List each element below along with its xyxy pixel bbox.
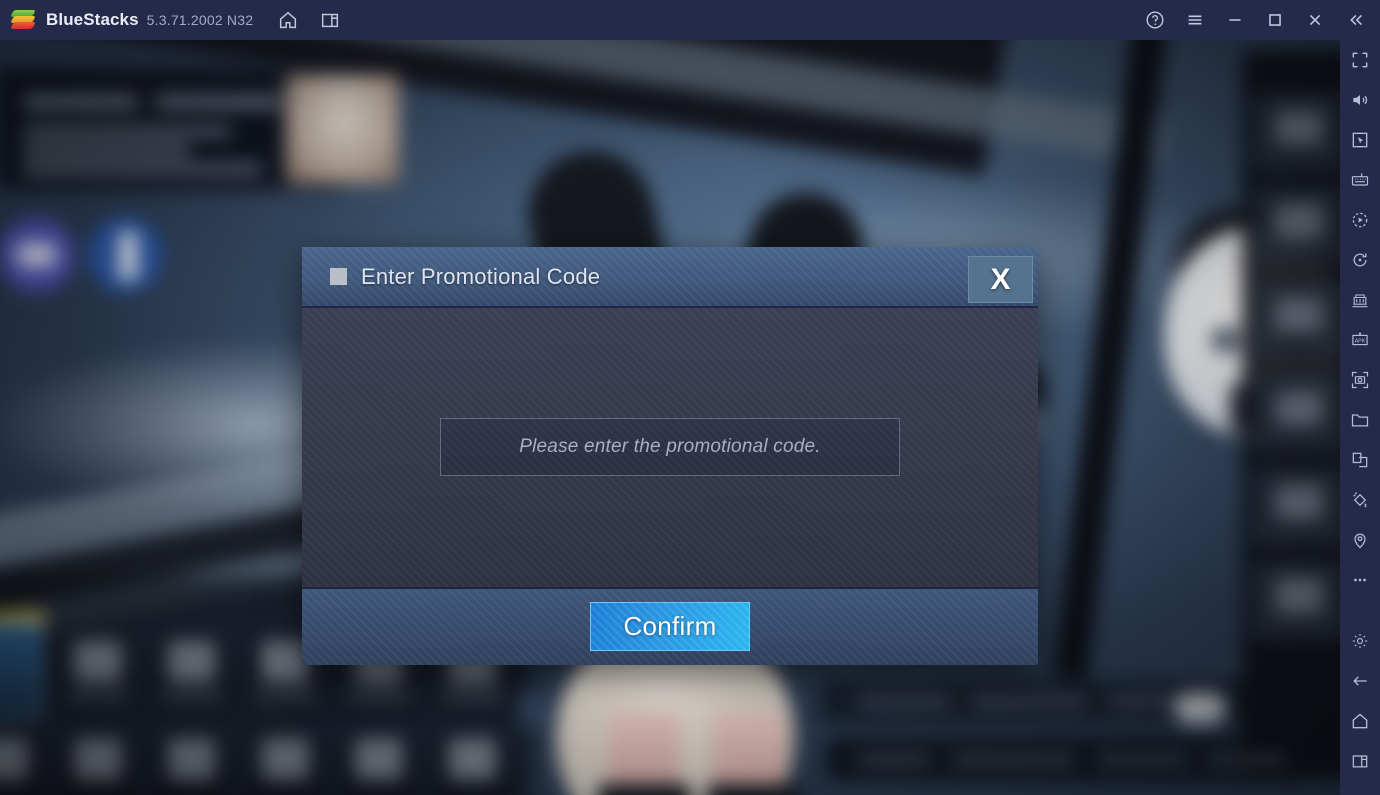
confirm-button[interactable]: Confirm bbox=[590, 601, 750, 651]
apk-install-icon[interactable]: APK bbox=[1340, 320, 1380, 360]
multi-instance-icon[interactable] bbox=[1340, 440, 1380, 480]
dialog-body: Please enter the promotional code. bbox=[302, 308, 1038, 587]
screenshot-icon[interactable] bbox=[1340, 360, 1380, 400]
collapse-icon[interactable] bbox=[1338, 3, 1372, 37]
promo-code-input[interactable]: Please enter the promotional code. bbox=[440, 417, 900, 476]
android-home-icon[interactable] bbox=[1340, 701, 1380, 741]
facebook-icon bbox=[87, 217, 163, 293]
window-controls bbox=[1138, 3, 1380, 37]
svg-text:APK: APK bbox=[1355, 339, 1366, 345]
help-icon[interactable] bbox=[1138, 3, 1172, 37]
macro-play-icon[interactable] bbox=[1340, 200, 1380, 240]
app-version: 5.3.71.2002 N32 bbox=[146, 12, 254, 28]
promo-code-placeholder: Please enter the promotional code. bbox=[519, 435, 821, 457]
dialog-header: Enter Promotional Code X bbox=[302, 247, 1038, 308]
close-icon[interactable] bbox=[1298, 3, 1332, 37]
shake-tilt-icon[interactable] bbox=[1340, 480, 1380, 520]
more-ellipsis-icon[interactable] bbox=[1340, 560, 1380, 600]
instance-manager-icon[interactable] bbox=[313, 3, 347, 37]
minimize-icon[interactable] bbox=[1218, 3, 1252, 37]
dialog-footer: Confirm bbox=[302, 587, 1038, 665]
location-pin-icon[interactable] bbox=[1340, 520, 1380, 560]
bluestacks-layers-logo bbox=[10, 7, 36, 33]
settings-gear-icon[interactable] bbox=[1340, 621, 1380, 661]
cursor-pointer-icon[interactable] bbox=[1340, 120, 1380, 160]
game-viewport[interactable]: Enter Promotional Code X Please enter th… bbox=[0, 40, 1340, 795]
title-bar: BlueStacks 5.3.71.2002 N32 bbox=[0, 0, 1380, 40]
recent-apps-icon[interactable] bbox=[1340, 741, 1380, 781]
back-arrow-icon[interactable] bbox=[1340, 661, 1380, 701]
square-bullet-icon bbox=[330, 268, 347, 285]
dialog-title: Enter Promotional Code bbox=[361, 263, 601, 289]
dialog-close-button[interactable]: X bbox=[968, 256, 1033, 303]
titlebar-left-buttons bbox=[271, 3, 347, 37]
folder-icon[interactable] bbox=[1340, 400, 1380, 440]
maximize-icon[interactable] bbox=[1258, 3, 1292, 37]
bluestacks-sidebar: APK bbox=[1340, 40, 1380, 795]
volume-icon[interactable] bbox=[1340, 80, 1380, 120]
discord-icon bbox=[0, 217, 75, 293]
fullscreen-icon[interactable] bbox=[1340, 40, 1380, 80]
rotate-icon[interactable] bbox=[1340, 240, 1380, 280]
gamepad-controls-icon[interactable] bbox=[1340, 280, 1380, 320]
keyboard-icon[interactable] bbox=[1340, 160, 1380, 200]
bluestacks-window: BlueStacks 5.3.71.2002 N32 Enter Promoti… bbox=[0, 0, 1380, 795]
home-icon[interactable] bbox=[271, 3, 305, 37]
promotional-code-dialog: Enter Promotional Code X Please enter th… bbox=[302, 247, 1038, 665]
app-name: BlueStacks bbox=[46, 10, 139, 29]
hamburger-menu-icon[interactable] bbox=[1178, 3, 1212, 37]
